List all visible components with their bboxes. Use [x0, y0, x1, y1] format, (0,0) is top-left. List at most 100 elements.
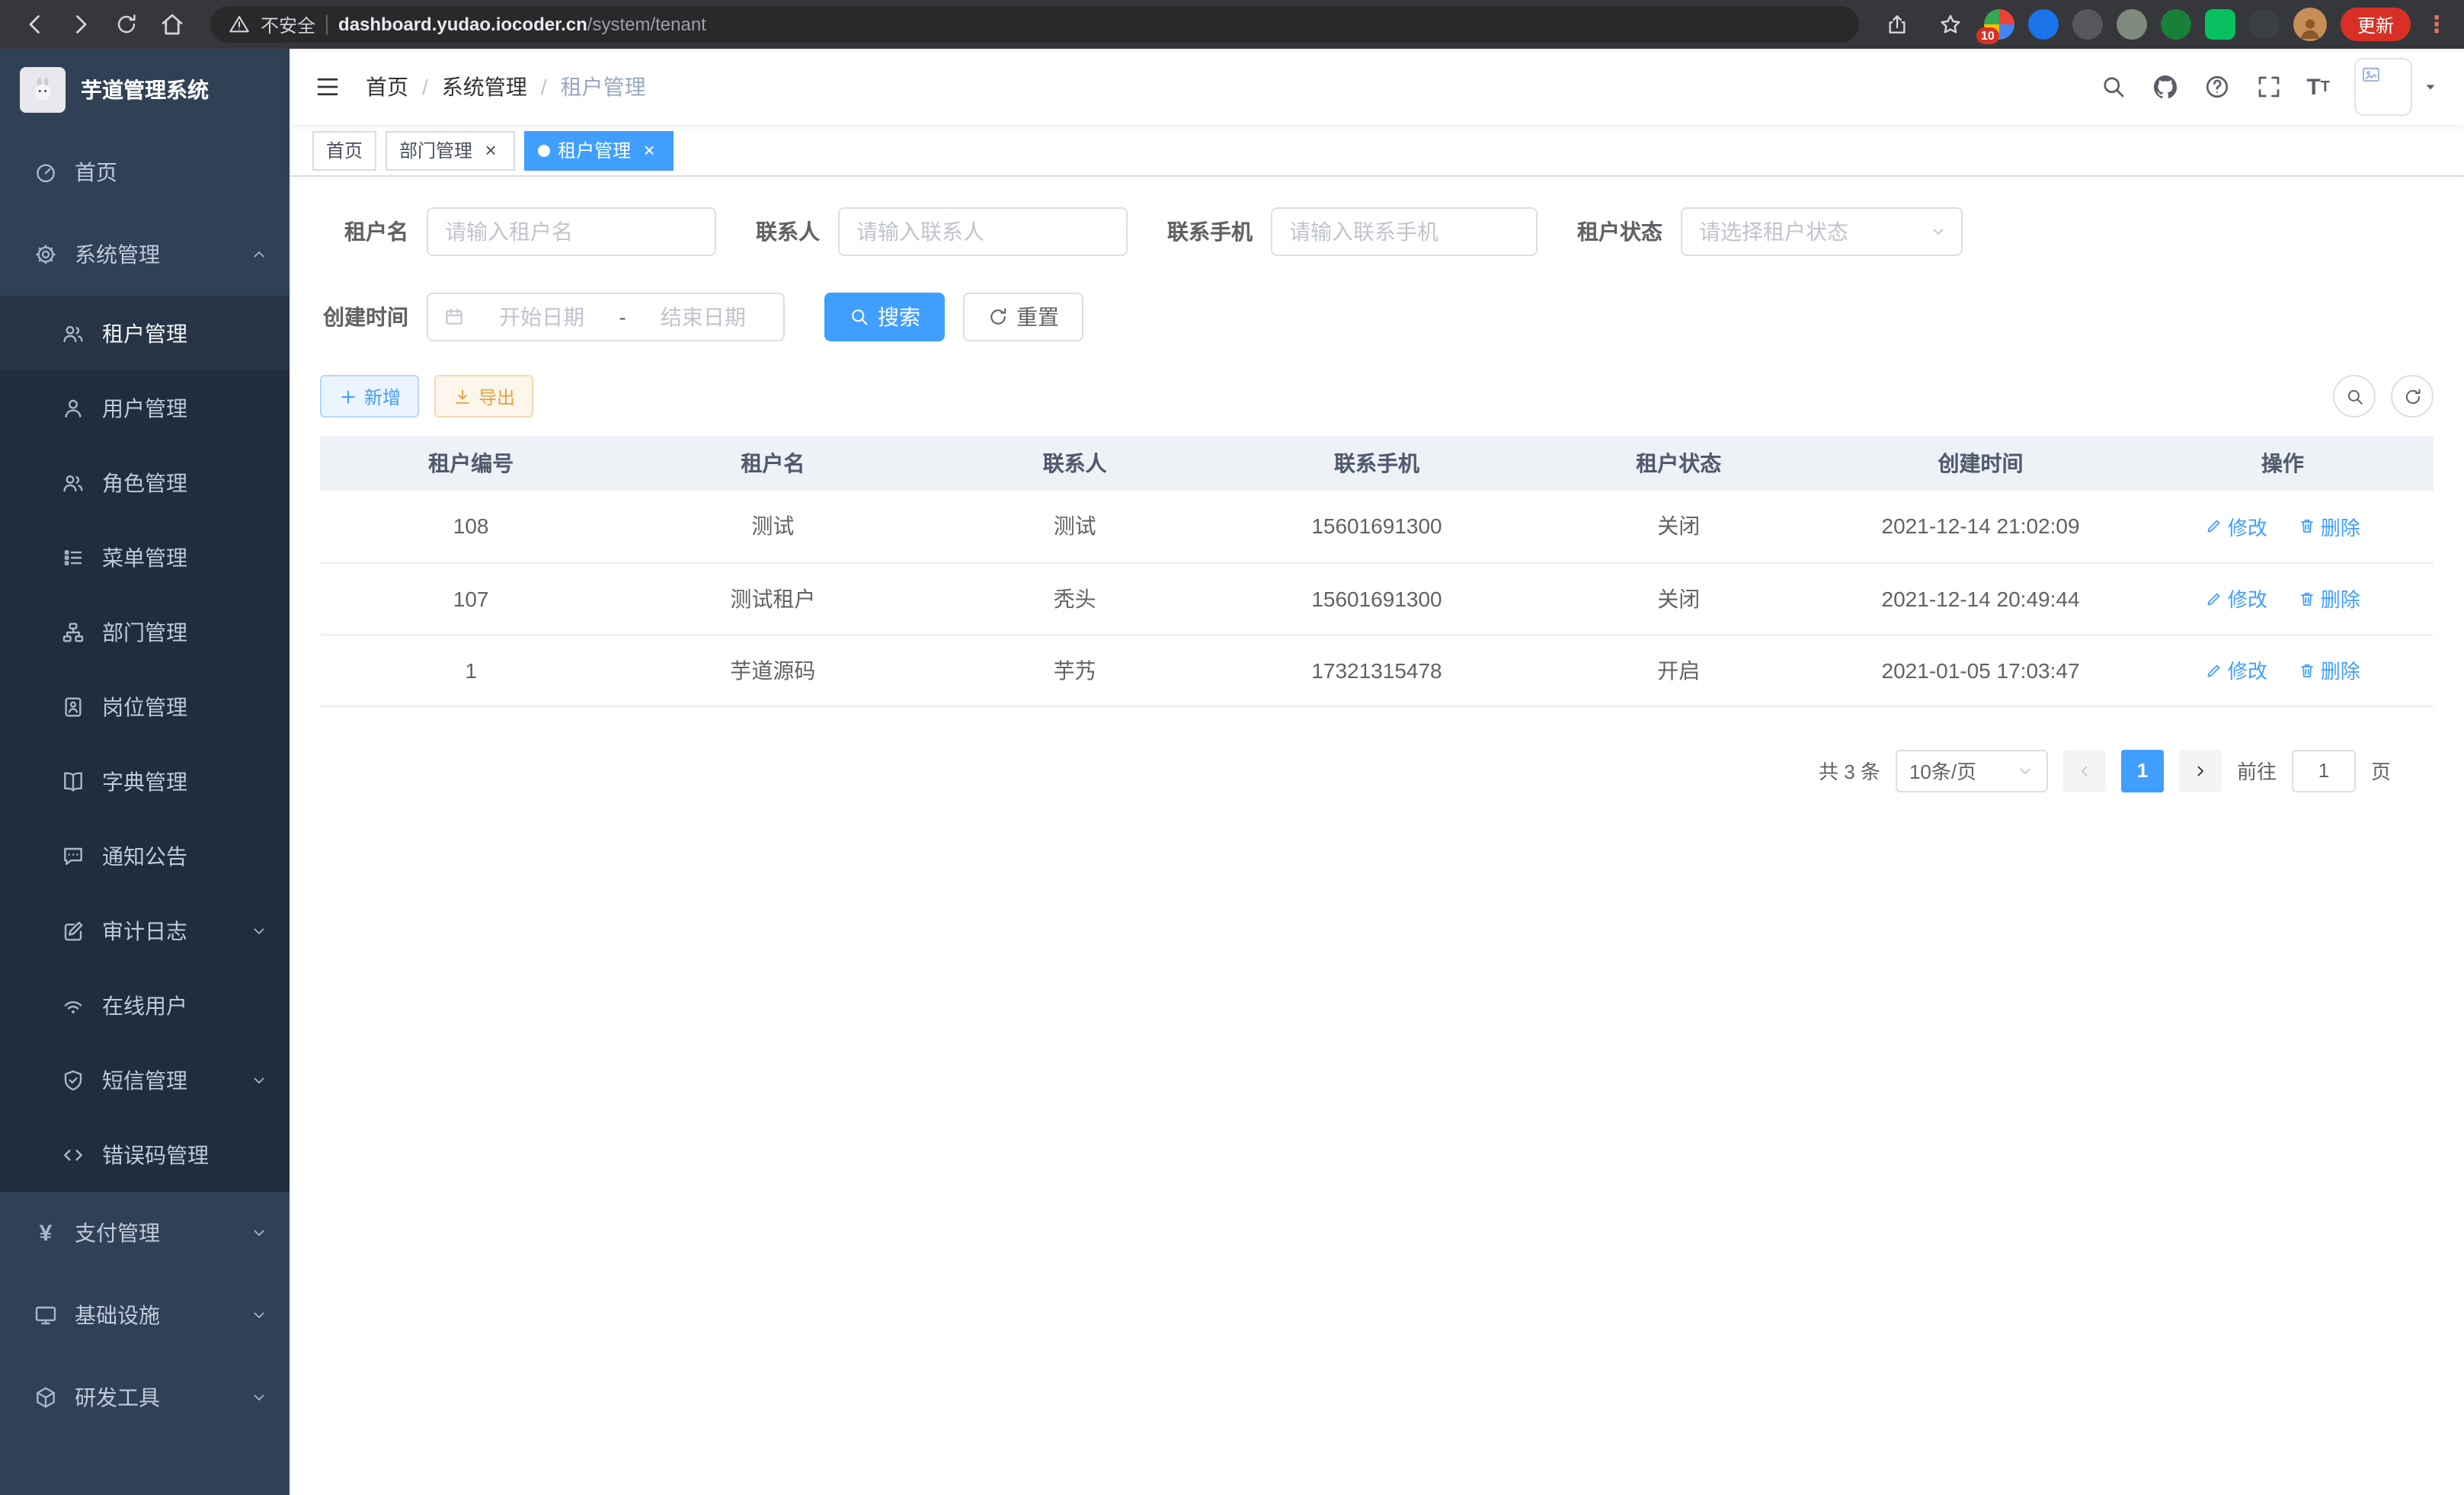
- tags-view: 首页 部门管理 × 租户管理 ×: [290, 125, 2464, 177]
- export-button[interactable]: 导出: [434, 375, 533, 418]
- breadcrumb-home[interactable]: 首页: [366, 72, 408, 102]
- id-badge-icon: [61, 694, 85, 719]
- tab-tenant[interactable]: 租户管理 ×: [524, 130, 674, 170]
- extension-icon-5[interactable]: [2161, 9, 2191, 40]
- goto-page-input[interactable]: [2292, 749, 2356, 792]
- delete-button[interactable]: 删除: [2298, 512, 2360, 541]
- star-icon: [1938, 12, 1963, 37]
- active-dot: [538, 144, 550, 156]
- sidebar-item-infra[interactable]: 基础设施: [0, 1274, 290, 1356]
- sidebar-item-system[interactable]: 系统管理: [0, 213, 290, 296]
- page-size-value: 10条/页: [1909, 756, 1976, 785]
- sidebar-item-label: 系统管理: [75, 239, 160, 270]
- reset-button[interactable]: 重置: [963, 293, 1083, 341]
- cell-name: 芋道源码: [622, 634, 923, 706]
- help-button[interactable]: [2203, 73, 2230, 101]
- column-header-contact: 联系人: [924, 436, 1226, 491]
- chrome-update-button[interactable]: 更新: [2341, 8, 2411, 41]
- delete-button[interactable]: 删除: [2298, 655, 2360, 684]
- page-size-select[interactable]: 10条/页: [1896, 749, 2048, 792]
- user-avatar-menu[interactable]: [2354, 58, 2440, 116]
- close-icon[interactable]: ×: [638, 139, 660, 161]
- message-icon: [61, 844, 85, 868]
- page-number-button[interactable]: 1: [2121, 749, 2164, 792]
- sidebar-item-tenant[interactable]: 租户管理: [0, 296, 290, 370]
- sidebar-item-label: 在线用户: [102, 990, 187, 1020]
- close-icon[interactable]: ×: [480, 139, 501, 161]
- share-button[interactable]: [1877, 5, 1917, 44]
- chevron-down-icon: [2016, 761, 2034, 780]
- search-button[interactable]: 搜索: [824, 293, 945, 341]
- tab-home[interactable]: 首页: [312, 130, 376, 170]
- contact-input[interactable]: [838, 207, 1128, 256]
- pencil-icon: [2205, 589, 2223, 607]
- sidebar-item-notice[interactable]: 通知公告: [0, 818, 290, 893]
- sidebar-item-post[interactable]: 岗位管理: [0, 669, 290, 744]
- cell-id: 1: [320, 634, 622, 706]
- sidebar-item-user[interactable]: 用户管理: [0, 370, 290, 445]
- font-size-button[interactable]: TT: [2306, 74, 2330, 100]
- edit-button[interactable]: 修改: [2205, 512, 2267, 541]
- next-page-button[interactable]: [2179, 749, 2222, 792]
- refresh-icon: [987, 306, 1009, 328]
- header-search-button[interactable]: [2099, 73, 2126, 101]
- sidebar-item-sms[interactable]: 短信管理: [0, 1042, 290, 1117]
- bookmark-button[interactable]: [1931, 5, 1970, 44]
- sidebar-item-menu[interactable]: 菜单管理: [0, 520, 290, 594]
- sidebar-item-online-user[interactable]: 在线用户: [0, 968, 290, 1042]
- toolbar-right: [2333, 375, 2434, 418]
- toggle-search-button[interactable]: [2333, 375, 2376, 418]
- extension-icon-4[interactable]: [2117, 9, 2147, 40]
- filter-contact: 联系人: [756, 207, 1128, 256]
- browser-profile-avatar[interactable]: [2293, 8, 2327, 41]
- browser-back-button[interactable]: [15, 5, 55, 44]
- tenant-name-input[interactable]: [427, 207, 716, 256]
- sidebar-item-payment[interactable]: ¥ 支付管理: [0, 1192, 290, 1274]
- sidebar-item-dept[interactable]: 部门管理: [0, 594, 290, 669]
- add-button[interactable]: 新增: [320, 375, 419, 418]
- breadcrumb-separator: /: [541, 75, 547, 99]
- cell-actions: 修改 删除: [2132, 634, 2434, 706]
- tab-dept[interactable]: 部门管理 ×: [386, 130, 515, 170]
- edit-button[interactable]: 修改: [2205, 655, 2267, 684]
- filter-status: 租户状态 请选择租户状态: [1577, 207, 1963, 256]
- date-range-picker[interactable]: 开始日期 - 结束日期: [427, 293, 785, 341]
- fullscreen-button[interactable]: [2254, 73, 2282, 101]
- browser-actions: 10 更新 ⋮: [1877, 5, 2449, 44]
- sidebar-item-devtools[interactable]: 研发工具: [0, 1356, 290, 1439]
- sidebar-item-dict[interactable]: 字典管理: [0, 744, 290, 818]
- sidebar-item-label: 基础设施: [75, 1300, 160, 1330]
- status-select[interactable]: 请选择租户状态: [1681, 207, 1963, 256]
- refresh-table-button[interactable]: [2391, 375, 2434, 418]
- github-link[interactable]: [2151, 73, 2178, 101]
- browser-reload-button[interactable]: [107, 5, 146, 44]
- breadcrumb-current: 租户管理: [561, 72, 646, 102]
- delete-button[interactable]: 删除: [2298, 584, 2360, 613]
- sidebar-item-audit-log[interactable]: 审计日志: [0, 893, 290, 968]
- extension-icon-7[interactable]: [2249, 9, 2280, 40]
- extension-icon-3[interactable]: [2072, 9, 2103, 40]
- edit-button[interactable]: 修改: [2205, 584, 2267, 613]
- breadcrumb-system[interactable]: 系统管理: [442, 72, 527, 102]
- search-button-label: 搜索: [878, 302, 920, 332]
- extension-icon-6[interactable]: [2205, 9, 2235, 40]
- browser-menu-icon[interactable]: ⋮: [2424, 11, 2449, 38]
- browser-home-button[interactable]: [152, 5, 192, 44]
- extension-icon-2[interactable]: [2028, 9, 2059, 40]
- sidebar-item-role[interactable]: 角色管理: [0, 445, 290, 520]
- prev-page-button[interactable]: [2063, 749, 2106, 792]
- cell-phone: 17321315478: [1226, 634, 1528, 706]
- chevron-down-icon: [1929, 222, 1947, 241]
- browser-forward-button[interactable]: [61, 5, 101, 44]
- sidebar-item-label: 短信管理: [102, 1064, 187, 1095]
- sidebar-item-home[interactable]: 首页: [0, 131, 290, 213]
- address-bar[interactable]: 不安全 dashboard.yudao.iocoder.cn/system/te…: [210, 6, 1859, 43]
- extension-icon-1[interactable]: 10: [1984, 9, 2014, 40]
- sidebar-item-error-code[interactable]: 错误码管理: [0, 1117, 290, 1192]
- phone-input[interactable]: [1271, 207, 1538, 256]
- cell-contact: 测试: [924, 491, 1226, 562]
- sidebar-toggle-button[interactable]: [314, 73, 341, 101]
- app-logo[interactable]: 芋道管理系统: [0, 49, 290, 131]
- hamburger-icon: [314, 73, 341, 101]
- person-icon: [2296, 14, 2324, 41]
